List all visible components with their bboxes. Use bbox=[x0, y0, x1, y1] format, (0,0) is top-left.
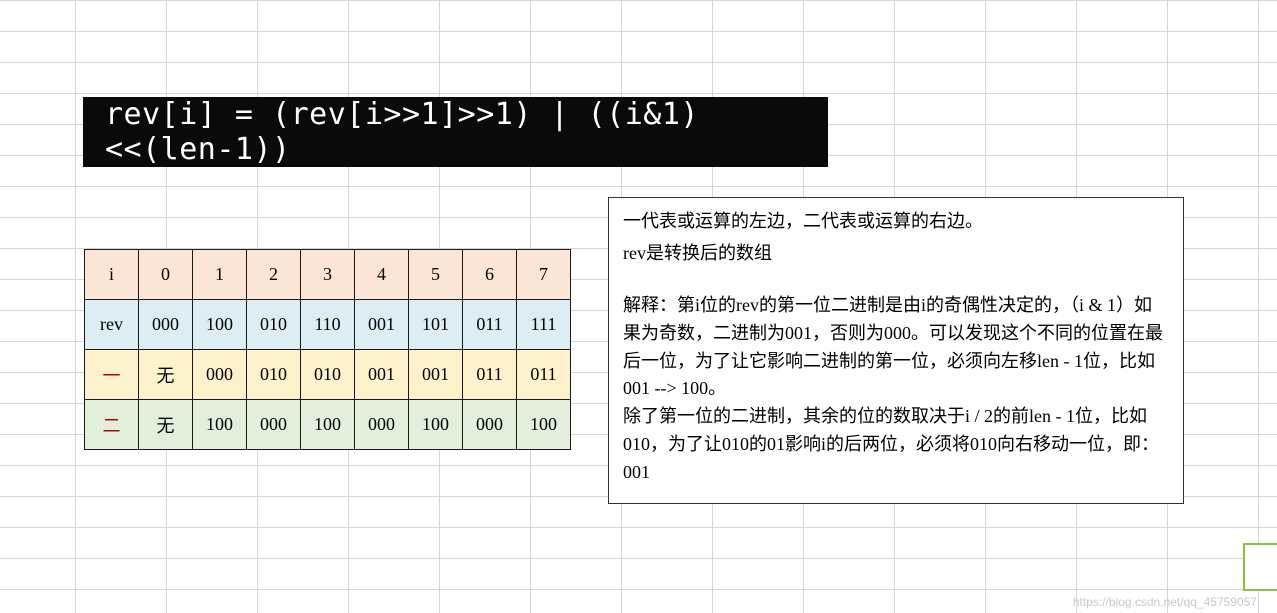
cell: 5 bbox=[409, 250, 463, 300]
table-row-left-operand: 一 无 000 010 010 001 001 011 011 bbox=[85, 350, 571, 400]
cell: 000 bbox=[247, 400, 301, 450]
cell: 001 bbox=[409, 350, 463, 400]
code-formula-text: rev[i] = (rev[i>>1]>>1) | ((i&1)<<(len-1… bbox=[105, 97, 828, 167]
explain-line-1: 一代表或运算的左边，二代表或运算的右边。 bbox=[623, 208, 1169, 236]
cell: 100 bbox=[301, 400, 355, 450]
cell: 无 bbox=[139, 350, 193, 400]
explanation-textbox: 一代表或运算的左边，二代表或运算的右边。 rev是转换后的数组 解释：第i位的r… bbox=[608, 197, 1184, 504]
watermark-text: https://blog.csdn.net/qq_45759057 bbox=[1073, 595, 1257, 609]
cell: 110 bbox=[301, 300, 355, 350]
cell: 011 bbox=[463, 350, 517, 400]
table-row-rev: rev 000 100 010 110 001 101 011 111 bbox=[85, 300, 571, 350]
cell: 000 bbox=[355, 400, 409, 450]
cell: 7 bbox=[517, 250, 571, 300]
table-row-i: i 0 1 2 3 4 5 6 7 bbox=[85, 250, 571, 300]
cell: 000 bbox=[139, 300, 193, 350]
code-formula-banner: rev[i] = (rev[i>>1]>>1) | ((i&1)<<(len-1… bbox=[83, 97, 828, 167]
cell: 111 bbox=[517, 300, 571, 350]
cell: 4 bbox=[355, 250, 409, 300]
cell: 3 bbox=[301, 250, 355, 300]
cell: 000 bbox=[463, 400, 517, 450]
row-header-two: 二 bbox=[85, 400, 139, 450]
cell: 无 bbox=[139, 400, 193, 450]
row-header-i: i bbox=[85, 250, 139, 300]
explain-paragraph-3: 除了第一位的二进制，其余的位的数取决于i / 2的前len - 1位，比如010… bbox=[623, 403, 1169, 487]
cell: 100 bbox=[517, 400, 571, 450]
explain-line-2: rev是转换后的数组 bbox=[623, 240, 1169, 268]
row-header-one: 一 bbox=[85, 350, 139, 400]
cell: 100 bbox=[409, 400, 463, 450]
cell: 011 bbox=[517, 350, 571, 400]
explain-paragraph-2: 解释：第i位的rev的第一位二进制是由i的奇偶性决定的，（i & 1）如果为奇数… bbox=[623, 292, 1169, 404]
cell: 001 bbox=[355, 350, 409, 400]
cell: 100 bbox=[193, 300, 247, 350]
selection-corner-mark bbox=[1243, 543, 1277, 591]
cell: 100 bbox=[193, 400, 247, 450]
cell: 001 bbox=[355, 300, 409, 350]
cell: 010 bbox=[247, 350, 301, 400]
cell: 0 bbox=[139, 250, 193, 300]
cell: 1 bbox=[193, 250, 247, 300]
bit-reversal-table: i 0 1 2 3 4 5 6 7 rev 000 100 010 110 00… bbox=[84, 249, 571, 450]
blank-line bbox=[623, 272, 1169, 292]
cell: 000 bbox=[193, 350, 247, 400]
cell: 101 bbox=[409, 300, 463, 350]
cell: 2 bbox=[247, 250, 301, 300]
table-row-right-operand: 二 无 100 000 100 000 100 000 100 bbox=[85, 400, 571, 450]
cell: 011 bbox=[463, 300, 517, 350]
row-header-rev: rev bbox=[85, 300, 139, 350]
cell: 6 bbox=[463, 250, 517, 300]
cell: 010 bbox=[301, 350, 355, 400]
cell: 010 bbox=[247, 300, 301, 350]
